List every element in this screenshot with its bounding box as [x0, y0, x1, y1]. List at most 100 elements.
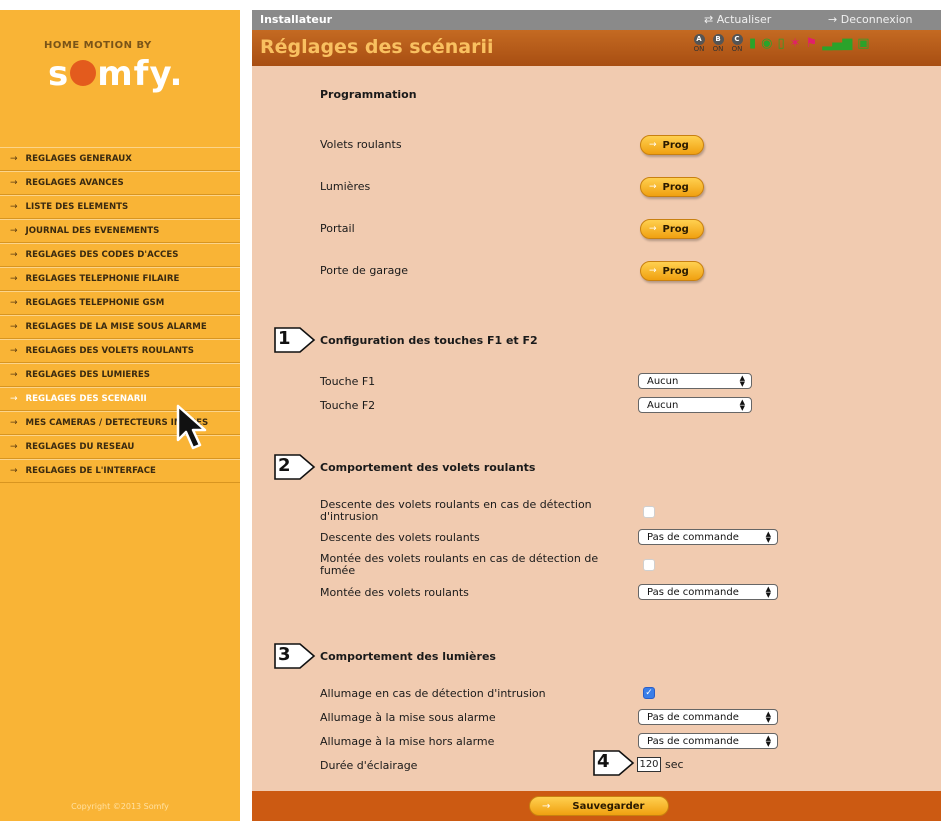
- descente-select[interactable]: Pas de commande ▲ ▼: [638, 529, 778, 545]
- menu-item-telephonie-gsm[interactable]: → REGLAGES TELEPHONIE GSM: [0, 291, 240, 315]
- prog-label-garage: Porte de garage: [320, 264, 409, 277]
- duree-eclairage-label: Durée d'éclairage: [320, 759, 418, 772]
- menu-item-journal-evenements[interactable]: → JOURNAL DES EVENEMENTS: [0, 219, 240, 243]
- allumage-intrusion-checkbox[interactable]: ✓: [643, 687, 655, 699]
- select-caret-icon: ▲ ▼: [765, 734, 771, 748]
- select-caret-icon: ▲ ▼: [739, 374, 745, 388]
- allumage-intrusion-label: Allumage en cas de détection d'intrusion: [320, 687, 546, 700]
- zone-c-status: C ON: [731, 34, 743, 53]
- menu-item-reglages-generaux[interactable]: → REGLAGES GENERAUX: [0, 147, 240, 171]
- touche-f1-label: Touche F1: [320, 375, 376, 388]
- arrow-right-icon: →: [649, 140, 657, 150]
- arrow-right-icon: →: [10, 442, 18, 452]
- descente-intrusion-checkbox[interactable]: [643, 506, 655, 518]
- title-bar: Réglages des scénarii A ON B ON C ON ▮ ◉ ▯ …: [252, 30, 941, 66]
- menu-item-telephonie-filaire[interactable]: → REGLAGES TELEPHONIE FILAIRE: [0, 267, 240, 291]
- arrow-right-icon: →: [10, 418, 18, 428]
- montee-select[interactable]: Pas de commande ▲ ▼: [638, 584, 778, 600]
- touche-f2-label: Touche F2: [320, 399, 376, 412]
- lumieres-title: Comportement des lumières: [320, 650, 496, 663]
- callout-marker-3: 3: [274, 643, 316, 669]
- mouse-cursor-icon: [176, 404, 207, 450]
- menu-item-volets-roulants[interactable]: → REGLAGES DES VOLETS ROULANTS: [0, 339, 240, 363]
- footer-bar: → Sauvegarder: [252, 791, 941, 821]
- montee-fumee-label: Montée des volets roulants en cas de dét…: [320, 552, 599, 577]
- config-touches-title: Configuration des touches F1 et F2: [320, 334, 538, 347]
- page-title: Réglages des scénarii: [260, 36, 494, 58]
- radio-signal-icon: ◉: [761, 36, 773, 51]
- arrow-right-icon: →: [10, 250, 18, 260]
- select-caret-icon: ▲ ▼: [765, 585, 771, 599]
- brand-tagline: HOME MOTION BY: [44, 40, 152, 51]
- arrow-right-icon: →: [10, 226, 18, 236]
- arrow-right-icon: →: [10, 370, 18, 380]
- zone-b-status: B ON: [712, 34, 724, 53]
- callout-marker-1: 1: [274, 327, 316, 353]
- select-caret-icon: ▲ ▼: [739, 398, 745, 412]
- arrow-right-icon: →: [10, 274, 18, 284]
- arrow-right-icon: →: [828, 13, 841, 26]
- descente-intrusion-label: Descente des volets roulants en cas de d…: [320, 498, 592, 523]
- prog-label-lumieres: Lumières: [320, 180, 371, 193]
- volets-title: Comportement des volets roulants: [320, 461, 536, 474]
- select-caret-icon: ▲ ▼: [765, 530, 771, 544]
- mise-hors-alarme-label: Allumage à la mise hors alarme: [320, 735, 495, 748]
- duree-eclairage-input[interactable]: 120: [637, 757, 661, 772]
- callout-marker-4: 4: [593, 750, 635, 776]
- prog-button-portail[interactable]: → Prog: [640, 219, 704, 239]
- menu-item-interface[interactable]: → REGLAGES DE L'INTERFACE: [0, 459, 240, 483]
- user-role: Installateur: [260, 13, 333, 26]
- flag-icon: ⚑: [805, 36, 818, 51]
- touche-f2-select[interactable]: Aucun ▲ ▼: [638, 397, 752, 413]
- menu-item-codes-acces[interactable]: → REGLAGES DES CODES D'ACCES: [0, 243, 240, 267]
- copyright: Copyright ©2013 Somfy: [71, 802, 169, 811]
- arrow-right-icon: →: [10, 298, 18, 308]
- prog-button-lumieres[interactable]: → Prog: [640, 177, 704, 197]
- arrow-right-icon: →: [10, 202, 18, 212]
- arrow-right-icon: →: [10, 322, 18, 332]
- main-content: Programmation Volets roulants → Prog Lumi…: [252, 66, 941, 791]
- prog-button-volets[interactable]: → Prog: [640, 135, 704, 155]
- prog-label-volets: Volets roulants: [320, 138, 402, 151]
- touche-f1-select[interactable]: Aucun ▲ ▼: [638, 373, 752, 389]
- save-button[interactable]: → Sauvegarder: [529, 796, 669, 816]
- menu-item-reglages-avances[interactable]: → REGLAGES AVANCES: [0, 171, 240, 195]
- arrow-right-icon: →: [10, 346, 18, 356]
- montee-label: Montée des volets roulants: [320, 586, 469, 599]
- arrow-right-icon: →: [10, 394, 18, 404]
- arrow-right-icon: →: [542, 800, 551, 812]
- mise-sous-alarme-select[interactable]: Pas de commande ▲ ▼: [638, 709, 778, 725]
- refresh-icon: ⇄: [704, 13, 717, 26]
- mise-hors-alarme-select[interactable]: Pas de commande ▲ ▼: [638, 733, 778, 749]
- menu-item-liste-elements[interactable]: → LISTE DES ELEMENTS: [0, 195, 240, 219]
- select-caret-icon: ▲ ▼: [765, 710, 771, 724]
- arrow-right-icon: →: [649, 266, 657, 276]
- intrusion-icon: ✶: [789, 36, 801, 51]
- duree-unit: sec: [665, 758, 684, 771]
- menu-item-lumieres[interactable]: → REGLAGES DES LUMIERES: [0, 363, 240, 387]
- arrow-right-icon: →: [10, 466, 18, 476]
- montee-fumee-checkbox[interactable]: [643, 559, 655, 571]
- zone-a-status: A ON: [693, 34, 705, 53]
- door-icon: ▯: [777, 36, 785, 51]
- logout-link[interactable]: → Deconnexion: [828, 13, 913, 26]
- refresh-link[interactable]: ⇄ Actualiser: [704, 13, 771, 26]
- gsm-signal-icon: ▂▄▆: [822, 36, 853, 51]
- mise-sous-alarme-label: Allumage à la mise sous alarme: [320, 711, 496, 724]
- prog-label-portail: Portail: [320, 222, 355, 235]
- checkmark-icon: ✓: [645, 688, 653, 698]
- callout-marker-2: 2: [274, 454, 316, 480]
- arrow-right-icon: →: [10, 154, 18, 164]
- prog-button-garage[interactable]: → Prog: [640, 261, 704, 281]
- menu-item-mise-sous-alarme[interactable]: → REGLAGES DE LA MISE SOUS ALARME: [0, 315, 240, 339]
- descente-label: Descente des volets roulants: [320, 531, 480, 544]
- somfy-logo: s mfy.: [48, 54, 184, 94]
- arrow-right-icon: →: [10, 178, 18, 188]
- network-icon: ▣: [857, 36, 870, 51]
- status-icons: A ON B ON C ON ▮ ◉ ▯ ✶ ⚑ ▂▄▆ ▣: [692, 34, 870, 53]
- programmation-title: Programmation: [320, 88, 417, 101]
- arrow-right-icon: →: [649, 224, 657, 234]
- arrow-right-icon: →: [649, 182, 657, 192]
- battery-icon: ▮: [749, 36, 757, 51]
- top-bar: Installateur ⇄ Actualiser → Deconnexion: [252, 10, 941, 30]
